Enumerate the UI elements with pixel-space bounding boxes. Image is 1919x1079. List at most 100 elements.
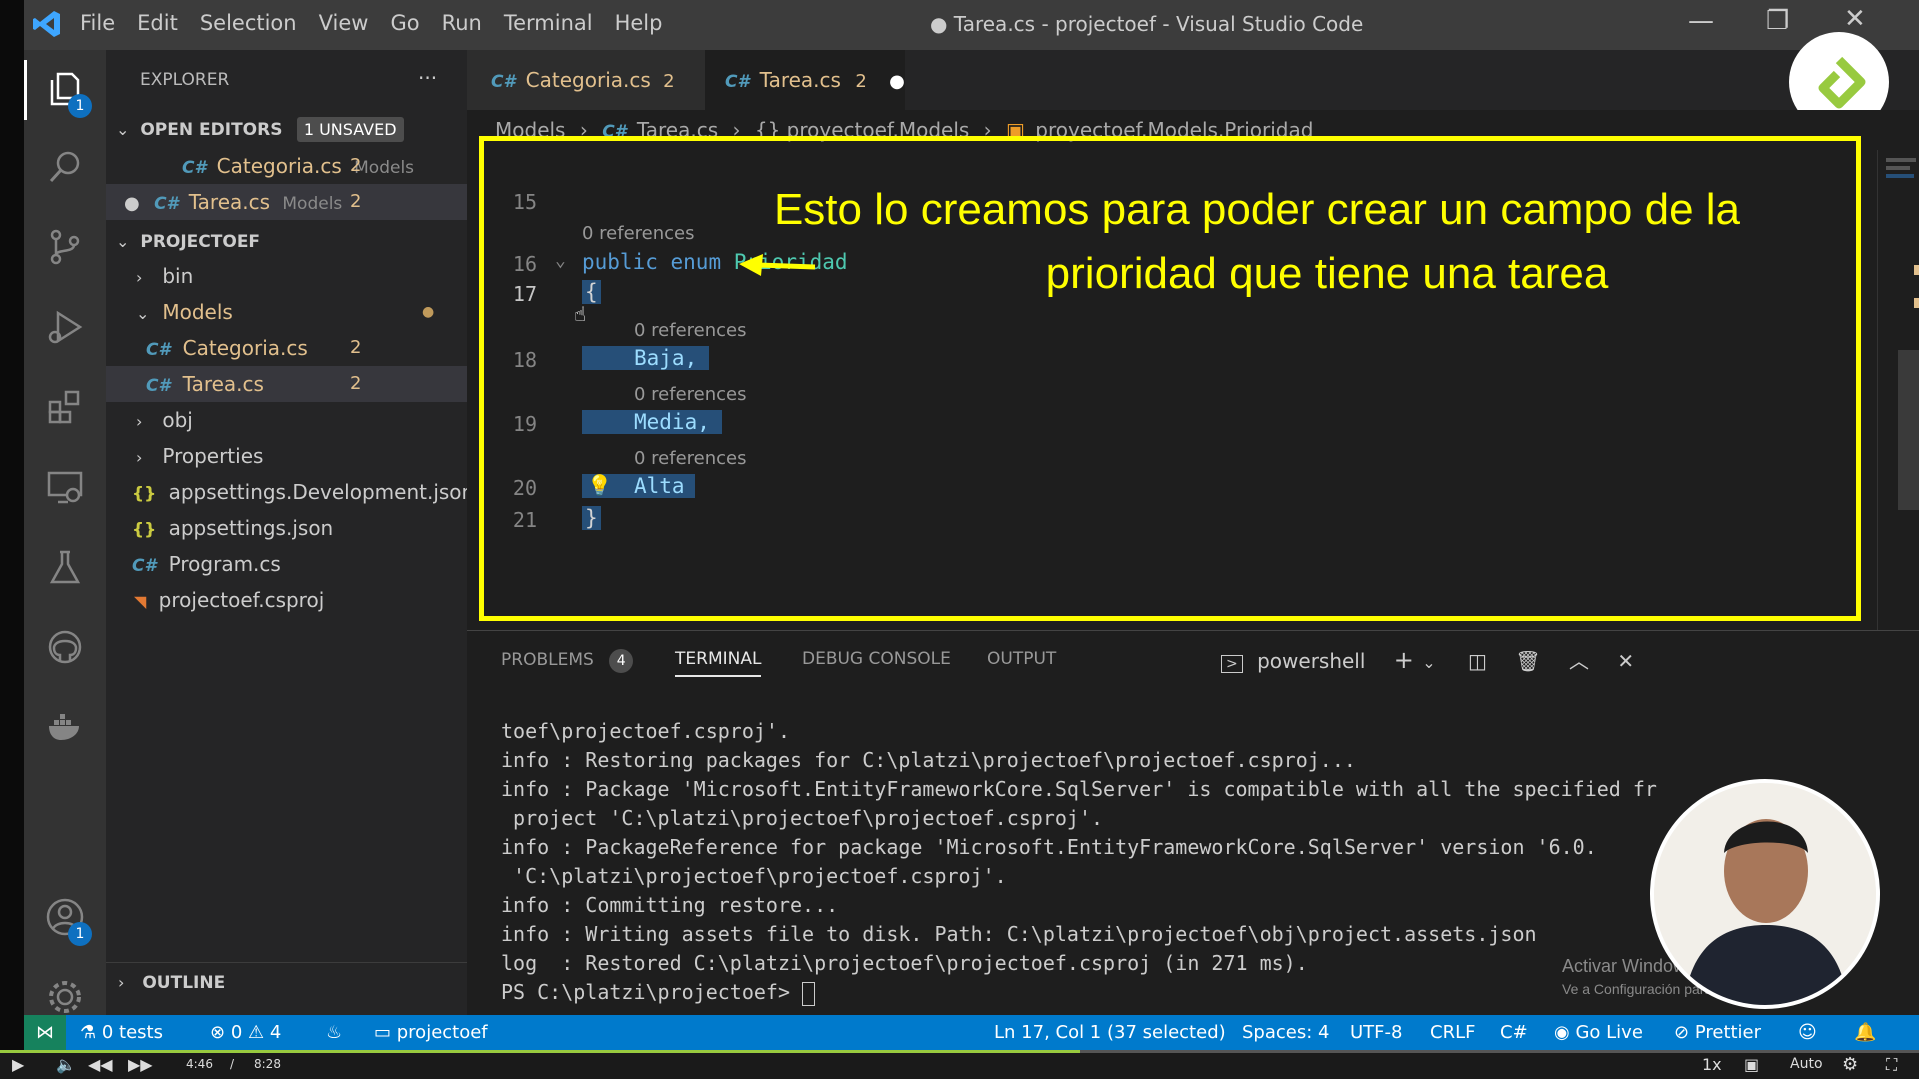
- player-settings-icon[interactable]: ⚙: [1842, 1050, 1858, 1079]
- rss-file-icon: ◥: [134, 592, 147, 611]
- fold-chevron-icon[interactable]: ⌄: [555, 250, 566, 271]
- menu-selection[interactable]: Selection: [200, 11, 297, 35]
- tree-item-bin[interactable]: › bin: [106, 258, 467, 294]
- code-line-19: Media,: [582, 410, 722, 434]
- tree-item-properties[interactable]: › Properties: [106, 438, 467, 474]
- feedback-icon[interactable]: ☺: [1798, 1015, 1817, 1050]
- pip-icon[interactable]: ▣: [1744, 1050, 1759, 1079]
- tree-item-csproj[interactable]: ◥ projectoef.csproj: [106, 582, 467, 618]
- settings-gear-icon[interactable]: [42, 974, 88, 1020]
- tree-item-appsettings-dev[interactable]: {} appsettings.Development.json: [106, 474, 474, 510]
- quality-selector[interactable]: Auto: [1790, 1050, 1823, 1079]
- tree-item-tarea[interactable]: C# Tarea.cs 2: [106, 366, 467, 402]
- project-status[interactable]: ▭ projectoef: [374, 1015, 488, 1050]
- terminal-shell-icon: >: [1221, 655, 1243, 673]
- keyword-public: public: [582, 250, 658, 274]
- tab-debug-console[interactable]: DEBUG CONSOLE: [802, 649, 951, 669]
- tree-item-models[interactable]: ⌄ Models ●: [106, 294, 467, 330]
- tab-output[interactable]: OUTPUT: [987, 649, 1056, 669]
- close-panel-icon[interactable]: ✕: [1617, 649, 1634, 673]
- tree-item-obj[interactable]: › obj: [106, 402, 467, 438]
- close-window-icon[interactable]: ✕: [1844, 4, 1866, 34]
- language-mode[interactable]: C#: [1500, 1015, 1528, 1050]
- playback-speed[interactable]: 1x: [1702, 1050, 1722, 1079]
- unsaved-badge: 1 UNSAVED: [296, 117, 404, 142]
- trash-icon[interactable]: 🗑: [1515, 649, 1540, 673]
- run-debug-icon[interactable]: [42, 304, 88, 350]
- minimize-icon[interactable]: —: [1688, 6, 1714, 36]
- menu-go[interactable]: Go: [390, 11, 419, 35]
- minimap[interactable]: [1877, 150, 1919, 630]
- fullscreen-icon[interactable]: ⛶: [1886, 1050, 1897, 1079]
- line-number: 21: [512, 508, 537, 532]
- tab-terminal[interactable]: TERMINAL: [675, 649, 762, 677]
- restore-icon[interactable]: ❐: [1766, 6, 1789, 36]
- add-terminal-icon[interactable]: +: [1394, 646, 1414, 674]
- github-icon[interactable]: [42, 624, 88, 670]
- lightbulb-icon[interactable]: 💡: [587, 473, 612, 497]
- chevron-up-icon[interactable]: ︿: [1569, 649, 1589, 673]
- flame-icon[interactable]: ♨: [326, 1015, 342, 1050]
- terminal-line: 'C:\platzi\projectoef\projectoef.csproj'…: [501, 864, 1007, 888]
- code-editor[interactable]: 15 0 references 16 ⌄ public enum Priorid…: [467, 136, 1919, 630]
- play-icon[interactable]: ▶: [12, 1050, 24, 1079]
- problems-status[interactable]: ⊗ 0 ⚠ 4: [210, 1015, 281, 1050]
- project-header[interactable]: ⌄ PROJECTOEF: [106, 222, 467, 258]
- line-ending[interactable]: CRLF: [1430, 1015, 1475, 1050]
- explorer-sidebar: EXPLORER ··· ⌄ OPEN EDITORS 1 UNSAVED C#…: [106, 50, 474, 1015]
- tree-item-program[interactable]: C# Program.cs: [106, 546, 467, 582]
- cursor-position[interactable]: Ln 17, Col 1 (37 selected): [994, 1015, 1226, 1050]
- testing-icon[interactable]: [42, 544, 88, 590]
- menu-terminal[interactable]: Terminal: [504, 11, 593, 35]
- go-live-status[interactable]: ◉ Go Live: [1554, 1015, 1643, 1050]
- menu-run[interactable]: Run: [442, 11, 482, 35]
- editor-scrollbar[interactable]: [1898, 350, 1919, 510]
- chevron-down-icon[interactable]: ⌄: [1422, 653, 1435, 672]
- csharp-file-icon: C#: [491, 72, 516, 92]
- open-editors-header[interactable]: ⌄ OPEN EDITORS 1 UNSAVED: [106, 110, 467, 146]
- unsaved-dot-icon[interactable]: ●: [889, 71, 905, 92]
- open-editor-categoria[interactable]: C# Categoria.cs Models 2: [106, 148, 467, 184]
- prettier-status[interactable]: ⊘ Prettier: [1674, 1015, 1761, 1050]
- volume-icon[interactable]: 🔈: [56, 1050, 76, 1079]
- prettier-label: Prettier: [1694, 1022, 1762, 1043]
- warning-icon: ⚠: [248, 1022, 265, 1043]
- chevron-down-icon: ⌄: [116, 232, 130, 251]
- tab-categoria[interactable]: C# Categoria.cs 2: [467, 50, 705, 110]
- shell-name[interactable]: powershell: [1257, 649, 1365, 673]
- codelens-references[interactable]: 0 references: [634, 448, 747, 469]
- unsaved-dot-icon[interactable]: ●: [124, 193, 140, 214]
- menu-view[interactable]: View: [319, 11, 369, 35]
- codelens-references[interactable]: 0 references: [634, 384, 747, 405]
- tab-problems[interactable]: PROBLEMS 4: [501, 649, 634, 673]
- accounts-icon[interactable]: 1: [42, 894, 92, 946]
- codelens-references[interactable]: 0 references: [634, 320, 747, 341]
- csharp-file-icon: C#: [132, 556, 157, 576]
- presenter-image: [1654, 783, 1876, 1005]
- extensions-icon[interactable]: [42, 384, 88, 430]
- remote-explorer-icon[interactable]: [42, 464, 88, 510]
- menu-help[interactable]: Help: [615, 11, 663, 35]
- terminal-prompt-line[interactable]: PS C:\platzi\projectoef>: [501, 980, 816, 1006]
- search-icon[interactable]: [42, 144, 88, 190]
- encoding[interactable]: UTF-8: [1350, 1015, 1402, 1050]
- tab-tarea[interactable]: C# Tarea.cs 2 ●: [705, 50, 905, 110]
- tree-item-categoria[interactable]: C# Categoria.cs 2: [106, 330, 467, 366]
- docker-icon[interactable]: [42, 704, 88, 750]
- forward-icon[interactable]: ▶▶: [128, 1050, 153, 1079]
- remote-indicator-icon[interactable]: ⋈: [24, 1015, 66, 1050]
- rewind-icon[interactable]: ◀◀: [88, 1050, 113, 1079]
- tree-item-appsettings[interactable]: {} appsettings.json: [106, 510, 467, 546]
- more-actions-icon[interactable]: ···: [418, 60, 448, 96]
- menu-edit[interactable]: Edit: [137, 11, 178, 35]
- test-status[interactable]: ⚗ 0 tests: [80, 1015, 163, 1050]
- source-control-icon[interactable]: [42, 224, 88, 270]
- split-terminal-icon[interactable]: ◫: [1468, 649, 1487, 673]
- explorer-icon[interactable]: 1: [42, 66, 92, 118]
- outline-header[interactable]: › OUTLINE: [106, 962, 467, 999]
- menu-file[interactable]: File: [80, 11, 115, 35]
- bell-icon[interactable]: 🔔: [1854, 1015, 1876, 1050]
- open-editor-tarea[interactable]: ● C# Tarea.cs Models 2: [106, 184, 467, 220]
- indentation[interactable]: Spaces: 4: [1242, 1015, 1329, 1050]
- csharp-file-icon: C#: [154, 194, 179, 214]
